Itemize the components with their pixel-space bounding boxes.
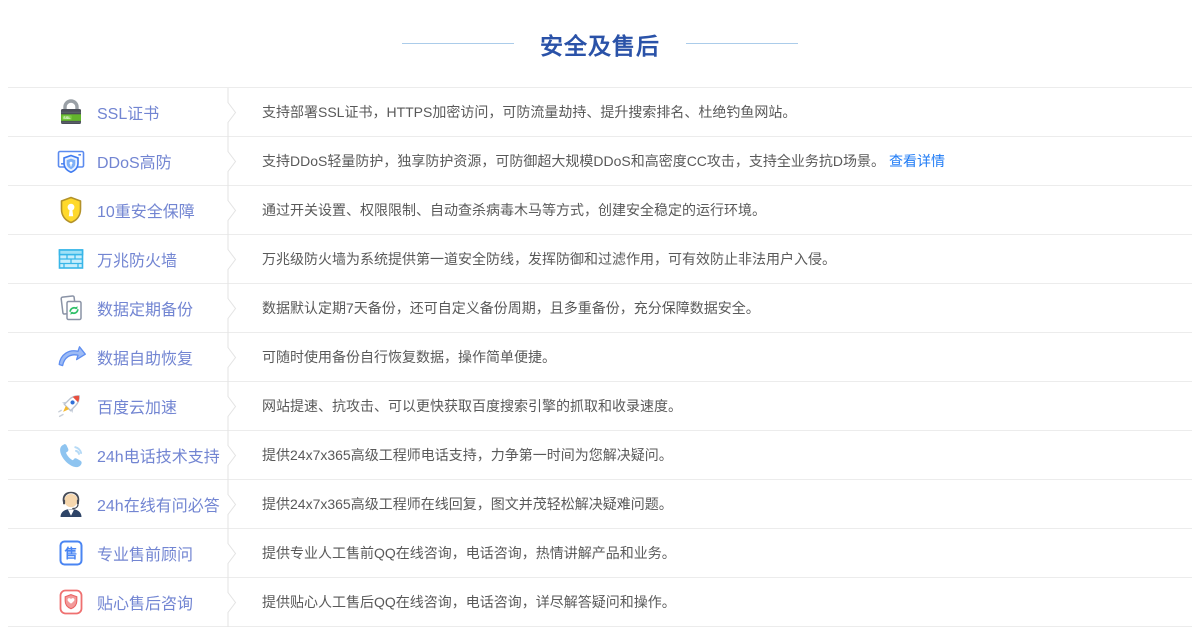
feature-description: 提供专业人工售前QQ在线咨询，电话咨询，热情讲解产品和业务。 [239, 543, 1192, 563]
presale-icon: 售 [55, 537, 87, 569]
firewall-icon [55, 243, 87, 275]
feature-row: 万兆防火墙 万兆级防火墙为系统提供第一道安全防线，发挥防御和过滤作用，可有效防止… [8, 235, 1192, 284]
feature-description: 通过开关设置、权限限制、自动查杀病毒木马等方式，创建安全稳定的运行环境。 [239, 200, 1192, 220]
column-divider-chevron [227, 186, 239, 235]
feature-icon-cell [8, 439, 87, 471]
ssl-lock-icon: SSL [55, 96, 87, 128]
feature-title: 百度云加速 [87, 394, 227, 418]
feature-row: 数据定期备份 数据默认定期7天备份，还可自定义备份周期，且多重备份，充分保障数据… [8, 284, 1192, 333]
feature-title: DDoS高防 [87, 149, 227, 173]
feature-description-text: 提供贴心人工售后QQ在线咨询，电话咨询，详尽解答疑问和操作。 [262, 594, 676, 610]
feature-icon-cell [8, 243, 87, 275]
feature-description-text: 支持部署SSL证书，HTTPS加密访问，可防流量劫持、提升搜索排名、杜绝钓鱼网站… [262, 104, 796, 120]
feature-title: 24h电话技术支持 [87, 443, 227, 467]
feature-title: SSL证书 [87, 100, 227, 124]
column-divider-chevron [227, 529, 239, 578]
phone-icon [55, 439, 87, 471]
title-right-line [686, 43, 798, 44]
feature-description: 万兆级防火墙为系统提供第一道安全防线，发挥防御和过滤作用，可有效防止非法用户入侵… [239, 249, 1192, 269]
feature-description: 数据默认定期7天备份，还可自定义备份周期，且多重备份，充分保障数据安全。 [239, 298, 1192, 318]
feature-icon-cell: SSL [8, 96, 87, 128]
feature-icon-cell [8, 488, 87, 520]
column-divider-chevron [227, 382, 239, 431]
feature-row: 24h在线有问必答 提供24x7x365高级工程师在线回复，图文并茂轻松解决疑难… [8, 480, 1192, 529]
feature-description-text: 支持DDoS轻量防护，独享防护资源，可防御超大规模DDoS和高密度CC攻击，支持… [262, 153, 885, 169]
section-header: 安全及售后 [0, 0, 1200, 87]
feature-description-text: 通过开关设置、权限限制、自动查杀病毒木马等方式，创建安全稳定的运行环境。 [262, 202, 766, 218]
detail-link[interactable]: 查看详情 [889, 153, 945, 169]
column-divider-chevron [227, 480, 239, 529]
feature-title: 数据自助恢复 [87, 345, 227, 369]
column-divider-chevron [227, 333, 239, 382]
column-divider-chevron [227, 88, 239, 137]
column-divider-chevron [227, 578, 239, 627]
shield-keyhole-icon [55, 194, 87, 226]
feature-row: SSL SSL证书 支持部署SSL证书，HTTPS加密访问，可防流量劫持、提升搜… [8, 88, 1192, 137]
agent-icon [55, 488, 87, 520]
svg-text:售: 售 [64, 546, 77, 561]
feature-description-text: 提供24x7x365高级工程师在线回复，图文并茂轻松解决疑难问题。 [262, 496, 673, 512]
feature-description: 网站提速、抗攻击、可以更快获取百度搜索引擎的抓取和收录速度。 [239, 396, 1192, 416]
feature-icon-cell [8, 390, 87, 422]
feature-icon-cell [8, 586, 87, 618]
title-left-line [402, 43, 514, 44]
feature-icon-cell: 售 [8, 537, 87, 569]
feature-description-text: 可随时使用备份自行恢复数据，操作简单便捷。 [262, 349, 556, 365]
feature-title: 贴心售后咨询 [87, 590, 227, 614]
feature-icon-cell [8, 194, 87, 226]
column-divider-chevron [227, 284, 239, 333]
feature-row: 24h电话技术支持 提供24x7x365高级工程师电话支持，力争第一时间为您解决… [8, 431, 1192, 480]
rocket-icon [55, 390, 87, 422]
feature-description: 提供贴心人工售后QQ在线咨询，电话咨询，详尽解答疑问和操作。 [239, 592, 1192, 612]
feature-title: 24h在线有问必答 [87, 492, 227, 516]
feature-description-text: 提供24x7x365高级工程师电话支持，力争第一时间为您解决疑问。 [262, 447, 673, 463]
feature-icon-cell [8, 292, 87, 324]
feature-row: 数据自助恢复 可随时使用备份自行恢复数据，操作简单便捷。 [8, 333, 1192, 382]
column-divider-chevron [227, 137, 239, 186]
feature-description: 提供24x7x365高级工程师电话支持，力争第一时间为您解决疑问。 [239, 445, 1192, 465]
feature-title: 万兆防火墙 [87, 247, 227, 271]
feature-row: 贴心售后咨询 提供贴心人工售后QQ在线咨询，电话咨询，详尽解答疑问和操作。 [8, 578, 1192, 627]
restore-arrow-icon [55, 341, 87, 373]
column-divider-chevron [227, 235, 239, 284]
feature-title: 10重安全保障 [87, 198, 227, 222]
column-divider-chevron [227, 431, 239, 480]
feature-row: 百度云加速 网站提速、抗攻击、可以更快获取百度搜索引擎的抓取和收录速度。 [8, 382, 1192, 431]
ddos-shield-icon [55, 145, 87, 177]
feature-description-text: 数据默认定期7天备份，还可自定义备份周期，且多重备份，充分保障数据安全。 [262, 300, 760, 316]
feature-icon-cell [8, 145, 87, 177]
feature-description: 支持DDoS轻量防护，独享防护资源，可防御超大规模DDoS和高密度CC攻击，支持… [239, 151, 1192, 171]
feature-description: 支持部署SSL证书，HTTPS加密访问，可防流量劫持、提升搜索排名、杜绝钓鱼网站… [239, 102, 1192, 122]
feature-description-text: 提供专业人工售前QQ在线咨询，电话咨询，热情讲解产品和业务。 [262, 545, 676, 561]
feature-table: SSL SSL证书 支持部署SSL证书，HTTPS加密访问，可防流量劫持、提升搜… [8, 87, 1192, 627]
page-title: 安全及售后 [540, 27, 660, 61]
feature-description: 提供24x7x365高级工程师在线回复，图文并茂轻松解决疑难问题。 [239, 494, 1192, 514]
feature-row: DDoS高防 支持DDoS轻量防护，独享防护资源，可防御超大规模DDoS和高密度… [8, 137, 1192, 186]
feature-title: 数据定期备份 [87, 296, 227, 320]
feature-description-text: 网站提速、抗攻击、可以更快获取百度搜索引擎的抓取和收录速度。 [262, 398, 682, 414]
aftersale-icon [55, 586, 87, 618]
feature-title: 专业售前顾问 [87, 541, 227, 565]
feature-description-text: 万兆级防火墙为系统提供第一道安全防线，发挥防御和过滤作用，可有效防止非法用户入侵… [262, 251, 836, 267]
svg-text:SSL: SSL [63, 116, 71, 120]
feature-icon-cell [8, 341, 87, 373]
backup-icon [55, 292, 87, 324]
feature-description: 可随时使用备份自行恢复数据，操作简单便捷。 [239, 347, 1192, 367]
feature-row: 10重安全保障 通过开关设置、权限限制、自动查杀病毒木马等方式，创建安全稳定的运… [8, 186, 1192, 235]
feature-row: 售 专业售前顾问 提供专业人工售前QQ在线咨询，电话咨询，热情讲解产品和业务。 [8, 529, 1192, 578]
